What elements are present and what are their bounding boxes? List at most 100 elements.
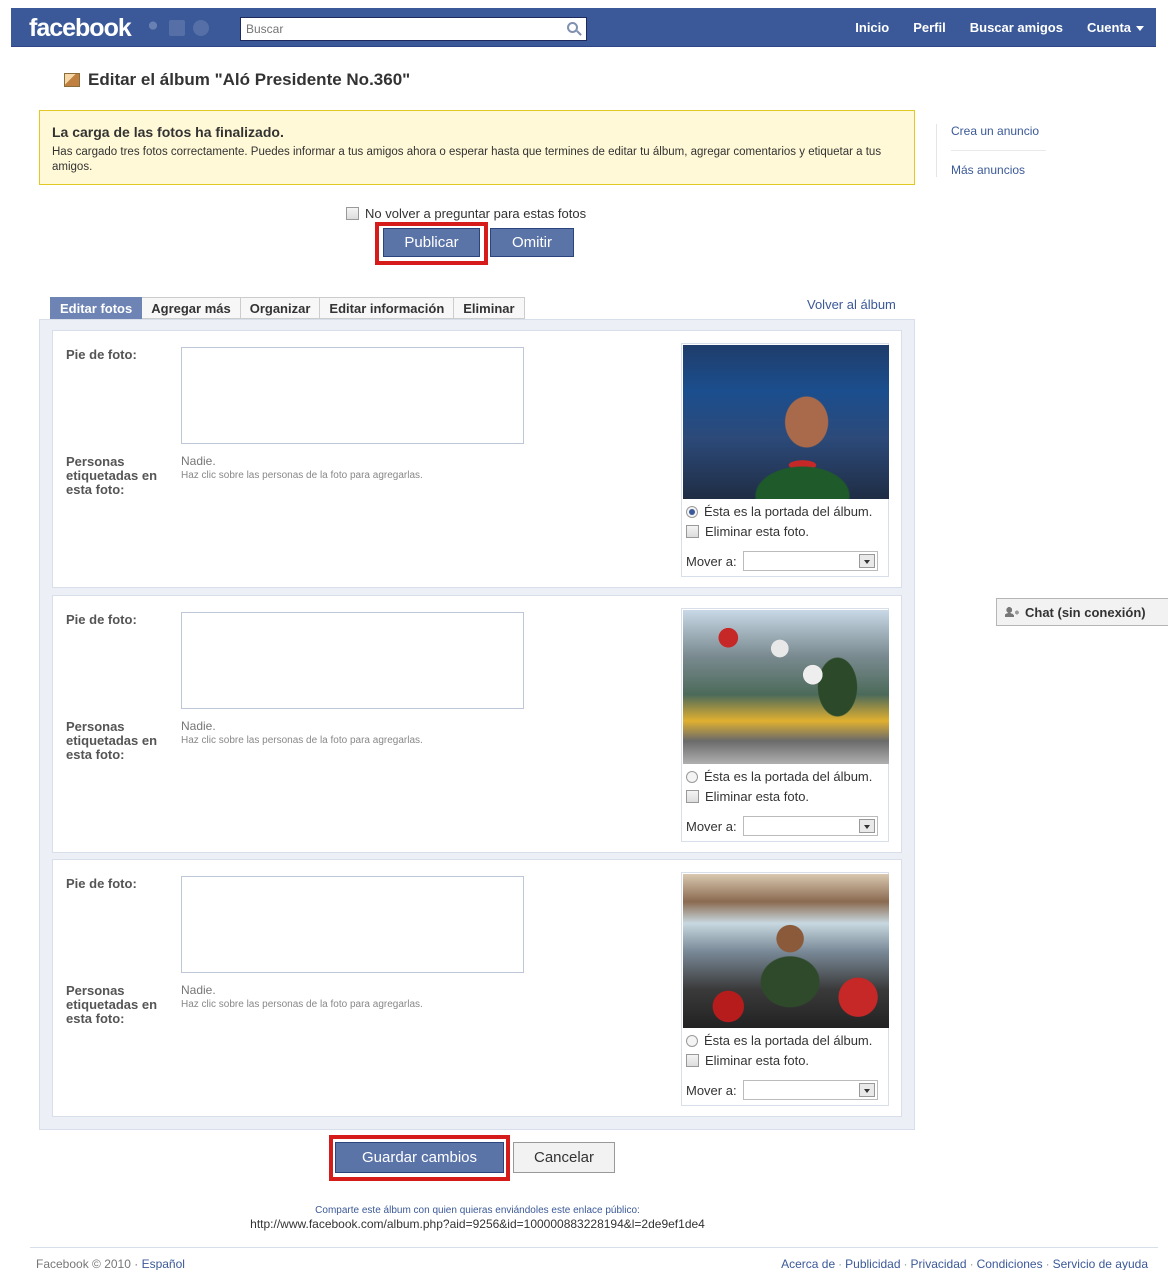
publish-button[interactable]: Publicar [383, 228, 480, 257]
cover-option[interactable]: Ésta es la portada del álbum. [686, 1033, 872, 1048]
delete-checkbox[interactable] [686, 790, 699, 803]
delete-option[interactable]: Eliminar esta foto. [686, 524, 809, 539]
cover-radio[interactable] [686, 1034, 698, 1047]
facebook-logo[interactable]: facebook [29, 14, 132, 43]
tab-editar-fotos[interactable]: Editar fotos [50, 297, 143, 319]
cancel-button[interactable]: Cancelar [513, 1142, 615, 1173]
album-tabs: Editar fotos Agregar más Organizar Edita… [50, 297, 525, 319]
delete-label: Eliminar esta foto. [705, 524, 810, 539]
copyright: Facebook © 2010 · [36, 1257, 139, 1270]
tab-agregar-mas[interactable]: Agregar más [142, 297, 241, 319]
upload-complete-notice: La carga de las fotos ha finalizado. Has… [39, 110, 915, 185]
footer-divider [30, 1247, 1158, 1248]
nav-inicio[interactable]: Inicio [843, 20, 901, 35]
cover-label: Ésta es la portada del álbum. [704, 504, 873, 519]
move-select[interactable] [742, 1080, 878, 1100]
dont-ask-label: No volver a preguntar para estas fotos [365, 206, 587, 221]
cover-label: Ésta es la portada del álbum. [704, 769, 873, 784]
cover-radio[interactable] [686, 505, 698, 518]
back-to-album-link[interactable]: Volver al álbum [807, 297, 896, 312]
tagged-label-line: Personas [66, 719, 125, 734]
move-select[interactable] [742, 551, 878, 571]
tagged-label-line: Personas [66, 983, 125, 998]
search-box [240, 17, 587, 41]
chevron-down-icon[interactable] [858, 1083, 875, 1097]
share-prompt: Comparte este álbum con quien quieras en… [315, 1205, 640, 1216]
photo-options: Ésta es la portada del álbum. Eliminar e… [681, 343, 889, 577]
language-link[interactable]: Español [142, 1257, 185, 1270]
caption-textarea[interactable] [181, 876, 524, 973]
page-title: Editar el álbum "Aló Presidente No.360" [64, 70, 410, 90]
friends-icon[interactable] [145, 20, 161, 36]
footer-link-publicidad[interactable]: Publicidad [845, 1257, 900, 1270]
footer-link-condiciones[interactable]: Condiciones [977, 1257, 1043, 1270]
tagged-value: Nadie. [181, 719, 216, 733]
album-icon [64, 73, 80, 87]
move-label: Mover a: [686, 1082, 737, 1098]
chevron-down-icon[interactable] [858, 819, 875, 833]
delete-checkbox[interactable] [686, 1054, 699, 1067]
search-icon[interactable] [567, 22, 578, 33]
caption-label: Pie de foto: [66, 876, 137, 891]
delete-option[interactable]: Eliminar esta foto. [686, 789, 809, 804]
chat-label: Chat (sin conexión) [1025, 604, 1146, 620]
save-button[interactable]: Guardar cambios [335, 1142, 504, 1173]
skip-button[interactable]: Omitir [490, 228, 574, 257]
tagged-label-line: Personas [66, 454, 125, 469]
nav-buscar-amigos[interactable]: Buscar amigos [958, 20, 1075, 35]
move-row: Mover a: [686, 551, 878, 571]
caption-textarea[interactable] [181, 347, 524, 444]
dont-ask-row: No volver a preguntar para estas fotos [346, 206, 586, 221]
photo-row: Pie de foto: Personas etiquetadas en est… [52, 330, 902, 588]
more-ads-link[interactable]: Más anuncios [951, 163, 1046, 177]
nav-cuenta-label: Cuenta [1086, 20, 1131, 35]
nav-cuenta[interactable]: Cuenta [1075, 20, 1156, 35]
page-title-text: Editar el álbum "Aló Presidente No.360" [88, 70, 411, 89]
tagged-label-line: etiquetadas en [66, 997, 158, 1012]
photo-thumbnail[interactable] [683, 610, 889, 764]
dont-ask-checkbox[interactable] [346, 207, 359, 220]
photo-thumbnail[interactable] [683, 345, 889, 499]
chat-bar[interactable]: Chat (sin conexión) [996, 598, 1168, 626]
cover-label: Ésta es la portada del álbum. [704, 1033, 873, 1048]
move-label: Mover a: [686, 553, 737, 569]
footer-link-privacidad[interactable]: Privacidad [911, 1257, 967, 1270]
chevron-down-icon[interactable] [858, 554, 875, 568]
tagged-label-line: etiquetadas en [66, 733, 158, 748]
tag-hint: Haz clic sobre las personas de la foto p… [181, 999, 423, 1010]
tag-hint: Haz clic sobre las personas de la foto p… [181, 470, 423, 481]
cover-option[interactable]: Ésta es la portada del álbum. [686, 769, 872, 784]
cover-option[interactable]: Ésta es la portada del álbum. [686, 504, 872, 519]
photo-thumbnail[interactable] [683, 874, 889, 1028]
notifications-icon[interactable] [193, 20, 209, 36]
delete-label: Eliminar esta foto. [705, 789, 810, 804]
notice-body: Has cargado tres fotos correctamente. Pu… [52, 146, 882, 173]
footer-separator: · [838, 1257, 843, 1270]
move-label: Mover a: [686, 818, 737, 834]
caption-label: Pie de foto: [66, 612, 137, 627]
footer-separator: · [903, 1257, 908, 1270]
search-input[interactable] [241, 18, 551, 40]
footer-left: Facebook © 2010 · Español [36, 1257, 185, 1270]
create-ad-link[interactable]: Crea un anuncio [951, 124, 1046, 151]
caption-label: Pie de foto: [66, 347, 137, 362]
tagged-value: Nadie. [181, 983, 216, 997]
tab-organizar[interactable]: Organizar [240, 297, 321, 319]
tab-eliminar[interactable]: Eliminar [454, 297, 525, 319]
delete-option[interactable]: Eliminar esta foto. [686, 1053, 809, 1068]
caption-textarea[interactable] [181, 612, 524, 709]
tagged-label-line: esta foto: [66, 747, 125, 762]
delete-checkbox[interactable] [686, 525, 699, 538]
footer-link-acerca[interactable]: Acerca de [781, 1257, 835, 1270]
footer-separator: · [1045, 1257, 1050, 1270]
cover-radio[interactable] [686, 770, 698, 783]
move-select[interactable] [742, 816, 878, 836]
tab-editar-informacion[interactable]: Editar información [320, 297, 455, 319]
messages-icon[interactable] [169, 20, 185, 36]
share-url[interactable]: http://www.facebook.com/album.php?aid=92… [0, 1217, 955, 1231]
footer-link-ayuda[interactable]: Servicio de ayuda [1053, 1257, 1148, 1270]
tagged-label-line: esta foto: [66, 1011, 125, 1026]
top-bar: facebook Inicio Perfil Buscar amigos Cue… [11, 8, 1156, 47]
footer-separator: · [969, 1257, 974, 1270]
nav-perfil[interactable]: Perfil [901, 20, 958, 35]
